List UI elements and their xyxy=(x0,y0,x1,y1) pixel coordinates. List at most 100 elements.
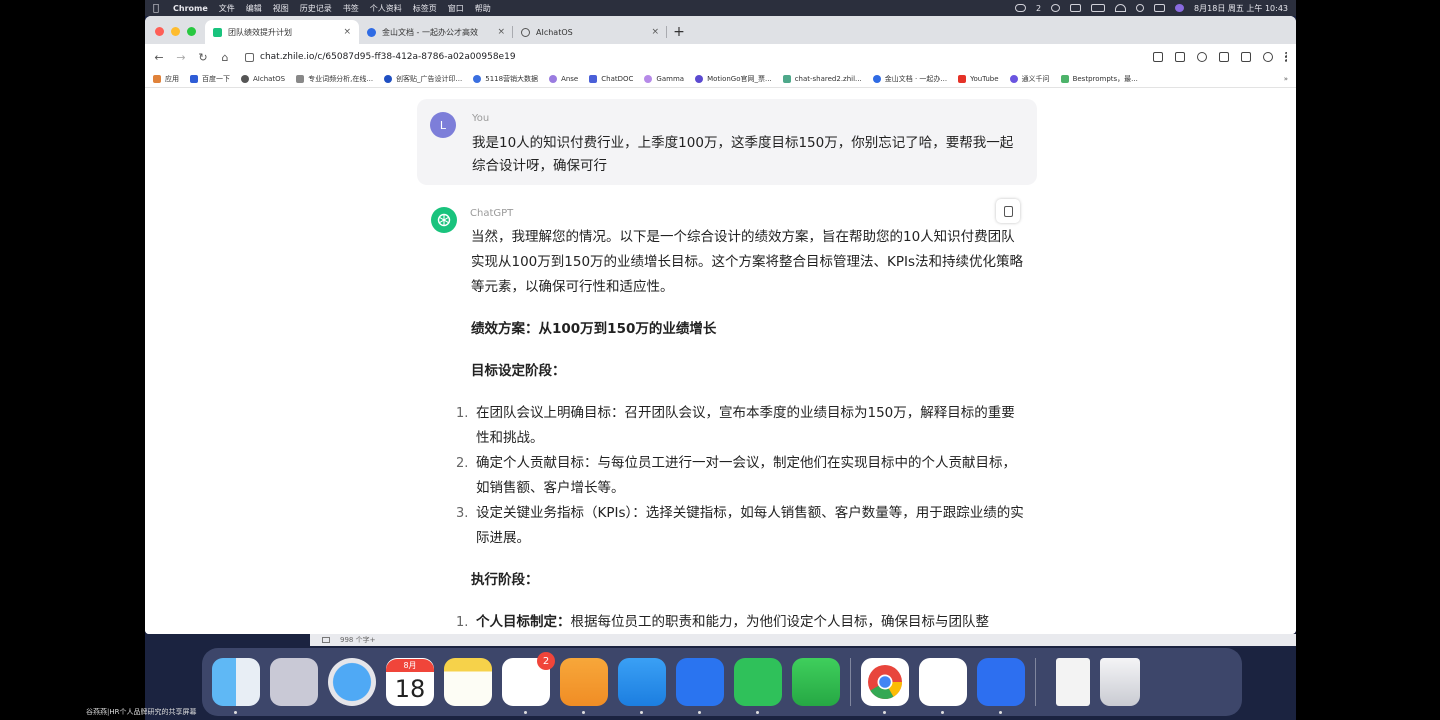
bookmarks-bar: 应用 百度一下 AIchatOS 专业词频分析,在线... 创客贴_广告设计印.… xyxy=(145,70,1296,88)
bookmark-label: YouTube xyxy=(970,74,999,83)
translate-icon[interactable] xyxy=(1153,52,1163,62)
doc-outline-icon[interactable] xyxy=(322,637,330,643)
search-icon[interactable] xyxy=(1136,4,1145,12)
reload-icon[interactable]: ↻ xyxy=(197,51,209,64)
profile-avatar-icon[interactable] xyxy=(1263,52,1273,62)
menu-bookmarks[interactable]: 书签 xyxy=(343,3,359,14)
address-bar[interactable]: chat.zhile.io/c/65087d95-ff38-412a-8786-… xyxy=(241,47,1143,67)
user-message: L You 我是10人的知识付费行业，上季度100万，这季度目标150万，你别忘… xyxy=(417,99,1037,185)
voov-meeting-icon[interactable] xyxy=(977,658,1025,714)
control-center-icon[interactable] xyxy=(1154,4,1166,12)
battery-icon[interactable] xyxy=(1091,4,1106,12)
bookmark-label: 通义千问 xyxy=(1021,74,1050,83)
bookmarks-overflow-icon[interactable]: » xyxy=(1284,75,1288,83)
wechat-app-icon[interactable] xyxy=(734,658,782,714)
tab-close-icon[interactable]: × xyxy=(343,27,351,37)
dock: 8月 18 2 xyxy=(202,648,1242,716)
menu-window[interactable]: 窗口 xyxy=(448,3,464,14)
running-dot xyxy=(999,711,1002,714)
document-preview-icon[interactable] xyxy=(1056,658,1090,706)
notify-count[interactable]: 2 xyxy=(1036,4,1041,13)
list-item: 3. 设定关键业务指标（KPIs）：选择关键指标，如每人销售额、客户数量等，用于跟… xyxy=(456,501,1027,551)
tencent-meeting-chat-icon[interactable] xyxy=(919,658,967,714)
reminders-icon[interactable]: 2 xyxy=(502,652,555,714)
tab-team-performance[interactable]: 团队绩效提升计划 × xyxy=(205,20,359,44)
tab-close-icon[interactable]: × xyxy=(497,27,505,37)
launchpad-icon[interactable] xyxy=(270,658,318,706)
bookmark-5118[interactable]: 5118营销大数据 xyxy=(473,74,538,84)
chrome-logo-icon xyxy=(868,665,902,699)
numbers-icon[interactable] xyxy=(792,658,840,706)
list-item-text: 设定关键业务指标（KPIs）：选择关键指标，如每人销售额、客户数量等，用于跟踪业… xyxy=(476,505,1024,546)
keynote-icon[interactable] xyxy=(618,658,666,714)
trash-icon[interactable] xyxy=(1100,658,1140,706)
menu-profile[interactable]: 个人资料 xyxy=(370,3,402,14)
copy-button[interactable] xyxy=(996,199,1020,223)
bookmark-bestprompts[interactable]: Bestprompts，最... xyxy=(1060,74,1138,84)
bookmark-baidu[interactable]: 百度一下 xyxy=(190,74,230,84)
apple-icon[interactable]:  xyxy=(153,3,159,14)
kdocs-icon xyxy=(872,74,881,83)
site-info-icon[interactable] xyxy=(245,52,254,62)
tab-aichatos[interactable]: AIchatOS × xyxy=(513,20,667,44)
calendar-icon[interactable]: 8月 18 xyxy=(386,658,434,706)
bookmark-chatdoc[interactable]: ChatDOC xyxy=(589,74,633,83)
menu-tabs[interactable]: 标签页 xyxy=(413,3,437,14)
bookmark-youtube[interactable]: YouTube xyxy=(958,74,999,83)
extensions-icon[interactable] xyxy=(1219,52,1229,62)
minimize-window-button[interactable] xyxy=(171,27,180,36)
cloud-icon[interactable] xyxy=(1014,4,1026,12)
home-icon[interactable]: ⌂ xyxy=(219,51,231,64)
bookmark-tongyi[interactable]: 通义千问 xyxy=(1009,74,1050,84)
bookmark-apps[interactable]: 应用 xyxy=(153,74,179,84)
assistant-name: ChatGPT xyxy=(470,208,514,219)
finder-icon[interactable] xyxy=(212,658,260,714)
close-window-button[interactable] xyxy=(155,27,164,36)
pages-icon[interactable] xyxy=(560,658,608,714)
new-tab-button[interactable]: + xyxy=(667,20,691,44)
menu-app-name[interactable]: Chrome xyxy=(173,4,208,13)
menu-edit[interactable]: 编辑 xyxy=(246,3,262,14)
menu-file[interactable]: 文件 xyxy=(219,3,235,14)
bookmark-aichatos[interactable]: AIchatOS xyxy=(241,74,285,83)
bookmark-star-icon[interactable] xyxy=(1197,52,1207,62)
back-icon[interactable]: ← xyxy=(153,51,165,64)
bookmark-kdocs[interactable]: 金山文档 · 一起办... xyxy=(872,74,947,84)
sidepanel-icon[interactable] xyxy=(1241,52,1251,62)
chatdoc-icon xyxy=(589,74,598,83)
menu-help[interactable]: 帮助 xyxy=(475,3,491,14)
siri-icon[interactable] xyxy=(1175,4,1185,12)
share-icon[interactable] xyxy=(1175,52,1185,62)
bookmark-chat-shared[interactable]: chat-shared2.zhil... xyxy=(782,74,862,83)
running-dot xyxy=(582,711,585,714)
dock-separator xyxy=(850,658,851,706)
menu-view[interactable]: 视图 xyxy=(273,3,289,14)
tab-kdocs[interactable]: 金山文档 - 一起办公才高效 × xyxy=(359,20,513,44)
calendar-day: 18 xyxy=(394,674,426,703)
tab-close-icon[interactable]: × xyxy=(651,27,659,37)
bookmark-anse[interactable]: Anse xyxy=(549,74,579,83)
menu-clock[interactable]: 8月18日 周五 上午 10:43 xyxy=(1194,3,1288,14)
bookmark-label: Anse xyxy=(561,74,579,83)
zoom-window-button[interactable] xyxy=(187,27,196,36)
bookmark-gamma[interactable]: Gamma xyxy=(644,74,684,83)
bookmark-chuangkit[interactable]: 创客贴_广告设计印... xyxy=(384,74,462,84)
chrome-icon[interactable] xyxy=(861,658,909,714)
bookmark-motiongo[interactable]: MotionGo官网_票... xyxy=(695,74,772,84)
forward-icon[interactable]: → xyxy=(175,51,187,64)
list-number: 3. xyxy=(456,506,469,521)
list-item-text: 根据每位员工的职责和能力，为他们设定个人目标，确保目标与团队整 xyxy=(570,614,990,630)
user-name: You xyxy=(472,113,490,124)
safari-icon[interactable] xyxy=(328,658,376,706)
running-dot xyxy=(524,711,527,714)
notes-icon[interactable] xyxy=(444,658,492,706)
running-dot xyxy=(234,711,237,714)
bookmark-wordfreq[interactable]: 专业词频分析,在线... xyxy=(296,74,373,84)
grid-icon[interactable] xyxy=(1070,4,1082,12)
more-menu-icon[interactable] xyxy=(1285,52,1288,62)
dingtalk-icon[interactable] xyxy=(676,658,724,714)
background-window-status: 998 个字+ xyxy=(310,634,1296,646)
wifi-icon[interactable] xyxy=(1115,4,1127,12)
menu-history[interactable]: 历史记录 xyxy=(300,3,332,14)
wechat-icon[interactable] xyxy=(1051,4,1061,12)
